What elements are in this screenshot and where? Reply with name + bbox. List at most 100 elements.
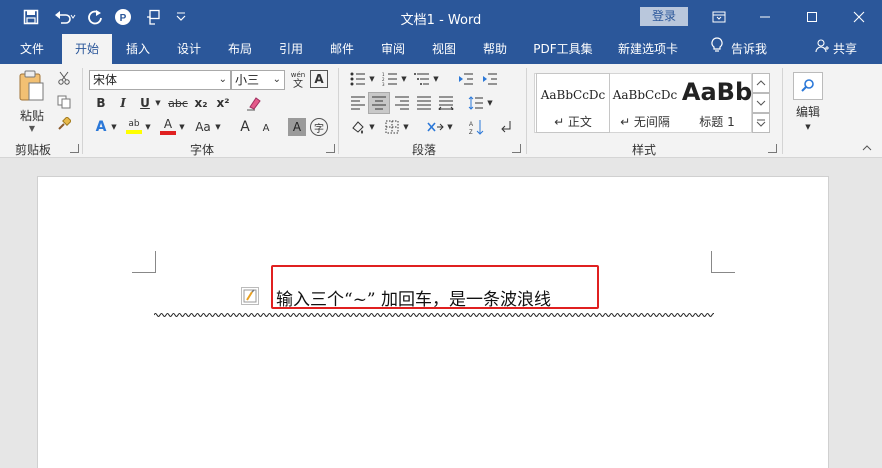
collapse-ribbon-icon[interactable]	[860, 142, 874, 154]
text-effects-button[interactable]: A	[92, 118, 110, 136]
chevron-down-icon[interactable]: ▼	[368, 118, 376, 136]
ribbon-tabs: 文件 开始 插入 设计 布局 引用 邮件 审阅 视图 帮助 PDF工具集 新建选…	[0, 34, 882, 64]
char-shading-button[interactable]: A	[288, 118, 306, 136]
style-heading-1[interactable]: AaBb 标题 1	[681, 74, 753, 132]
highlight-button[interactable]: ab	[124, 116, 144, 136]
chinese-layout-icon[interactable]	[424, 118, 446, 136]
chevron-down-icon[interactable]: ▼	[214, 118, 222, 136]
copy-icon[interactable]	[56, 94, 72, 110]
font-color-button[interactable]: A	[158, 116, 178, 136]
clipboard-launcher-icon[interactable]	[70, 144, 79, 153]
svg-text:A: A	[469, 122, 473, 128]
maximize-icon[interactable]	[789, 0, 835, 34]
styles-launcher-icon[interactable]	[768, 144, 777, 153]
font-name-value: 宋体	[93, 73, 118, 87]
tab-file[interactable]: 文件	[10, 34, 54, 64]
multilevel-list-icon[interactable]	[412, 70, 432, 88]
shrink-font-button[interactable]: A	[258, 120, 274, 136]
tab-home[interactable]: 开始	[62, 34, 112, 64]
tab-references[interactable]: 引用	[269, 34, 313, 64]
chevron-down-icon: ▼	[805, 122, 811, 131]
share-label: 共享	[832, 42, 857, 56]
style-normal[interactable]: AaBbCcDc ↵ 正文	[536, 73, 610, 133]
grow-font-button[interactable]: A	[236, 118, 254, 136]
login-button[interactable]: 登录	[640, 7, 688, 26]
font-size-value: 小三	[235, 73, 260, 87]
ribbon-display-options-icon[interactable]	[696, 0, 742, 34]
paragraph-launcher-icon[interactable]	[512, 144, 521, 153]
style-no-spacing[interactable]: AaBbCcDc ↵ 无间隔	[609, 74, 681, 132]
increase-indent-icon[interactable]	[480, 70, 500, 88]
enclose-chars-button[interactable]: 字	[310, 118, 328, 136]
bullets-icon[interactable]	[348, 70, 368, 88]
clipboard-icon	[17, 70, 47, 105]
title-bar: P 文档1 - Word 登录	[0, 0, 882, 34]
editing-label: 编辑	[795, 104, 820, 119]
format-painter-icon[interactable]	[56, 116, 72, 132]
tab-design[interactable]: 设计	[167, 34, 211, 64]
minimize-icon[interactable]	[742, 0, 788, 34]
chevron-up-icon[interactable]	[752, 73, 770, 93]
numbering-icon[interactable]: 123	[380, 70, 400, 88]
chevron-down-icon[interactable]: ▼	[144, 118, 152, 136]
chevron-down-icon: ⌄	[272, 74, 281, 85]
bold-button[interactable]: B	[92, 94, 110, 112]
sort-icon[interactable]: AZ	[466, 118, 486, 136]
align-left-icon[interactable]	[348, 94, 368, 112]
line-spacing-icon[interactable]	[466, 94, 486, 112]
tab-review[interactable]: 审阅	[371, 34, 415, 64]
tab-pdf-tools[interactable]: PDF工具集	[526, 34, 600, 64]
align-right-icon[interactable]	[392, 94, 412, 112]
chevron-down-icon[interactable]: ▼	[154, 94, 162, 112]
share-button[interactable]: 共享	[808, 34, 864, 64]
styles-gallery: AaBbCcDc ↵ 正文 AaBbCcDc ↵ 无间隔 AaBb 标题 1	[534, 73, 752, 133]
close-icon[interactable]	[836, 0, 882, 34]
autocorrect-options-icon[interactable]	[241, 287, 259, 305]
distributed-icon[interactable]	[436, 94, 456, 112]
shading-icon[interactable]	[348, 118, 368, 136]
chevron-down-icon[interactable]: ▼	[110, 118, 118, 136]
underline-button[interactable]: U	[136, 94, 154, 112]
style-name: 标题 1	[699, 115, 735, 129]
chevron-down-icon[interactable]: ▼	[400, 70, 408, 88]
document-page[interactable]: 输入三个“~” 加回车，是一条波浪线	[37, 176, 829, 468]
subscript-button[interactable]: x₂	[192, 94, 210, 112]
phonetic-guide-char: 文	[293, 79, 303, 90]
italic-button[interactable]: I	[114, 94, 132, 112]
strikethrough-button[interactable]: abc	[166, 94, 190, 112]
cut-icon[interactable]	[56, 70, 72, 86]
font-launcher-icon[interactable]	[326, 144, 335, 153]
chevron-down-icon[interactable]: ▼	[402, 118, 410, 136]
font-name-combo[interactable]: 宋体 ⌄	[89, 70, 231, 90]
superscript-button[interactable]: x²	[214, 94, 232, 112]
highlight-text: ab	[128, 119, 140, 129]
show-marks-icon[interactable]	[496, 118, 516, 136]
tab-layout[interactable]: 布局	[218, 34, 262, 64]
chevron-down-icon[interactable]	[752, 93, 770, 113]
chevron-down-icon[interactable]: ▼	[178, 118, 186, 136]
char-border-button[interactable]: A	[310, 70, 328, 88]
align-center-icon[interactable]	[368, 92, 390, 114]
group-divider	[338, 68, 339, 154]
decrease-indent-icon[interactable]	[456, 70, 476, 88]
font-size-combo[interactable]: 小三 ⌄	[231, 70, 285, 90]
tab-mailings[interactable]: 邮件	[320, 34, 364, 64]
editing-button[interactable]: 编辑 ▼	[790, 70, 826, 132]
tab-insert[interactable]: 插入	[116, 34, 160, 64]
more-styles-icon[interactable]	[752, 113, 770, 133]
chevron-down-icon: ▼	[28, 123, 36, 133]
chevron-down-icon[interactable]: ▼	[432, 70, 440, 88]
chevron-down-icon[interactable]: ▼	[368, 70, 376, 88]
tab-help[interactable]: 帮助	[473, 34, 517, 64]
tell-me-search[interactable]: 告诉我	[704, 34, 774, 64]
borders-icon[interactable]	[382, 118, 402, 136]
tab-new[interactable]: 新建选项卡	[608, 34, 688, 64]
chevron-down-icon[interactable]: ▼	[446, 118, 454, 136]
chevron-down-icon[interactable]: ▼	[486, 94, 494, 112]
phonetic-guide-button[interactable]: wén 文	[288, 70, 308, 90]
change-case-button[interactable]: Aa	[192, 118, 214, 136]
paste-button[interactable]: 粘贴 ▼	[12, 70, 52, 133]
tab-view[interactable]: 视图	[422, 34, 466, 64]
clear-formatting-icon[interactable]	[244, 94, 264, 112]
justify-icon[interactable]	[414, 94, 434, 112]
